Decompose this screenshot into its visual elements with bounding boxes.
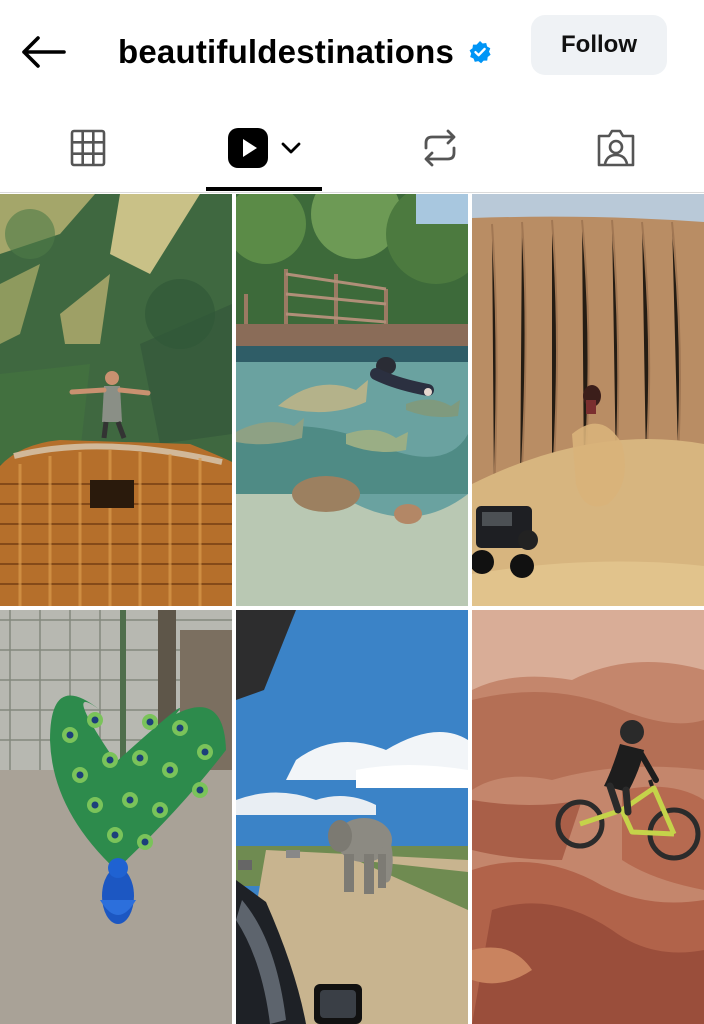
reel-thumbnail-balloon[interactable] (0, 194, 232, 606)
sand-dune-image (472, 194, 704, 606)
mountain-bike-image (472, 610, 704, 1024)
elephant-image (236, 610, 468, 1024)
reel-thumbnail-sand-dune[interactable] (472, 194, 704, 606)
reels-icon (228, 128, 268, 168)
tab-reels[interactable] (206, 104, 322, 192)
reel-thumbnail-mountain-bike[interactable] (472, 610, 704, 1024)
profile-header: beautifuldestinations Follow (0, 0, 704, 104)
reels-grid (0, 194, 704, 1024)
username: beautifuldestinations (118, 33, 455, 70)
tagged-person-icon (597, 129, 635, 167)
tab-tagged[interactable] (576, 104, 656, 192)
back-button[interactable] (18, 28, 70, 76)
reel-thumbnail-underwater[interactable] (236, 194, 468, 606)
verified-badge-icon (469, 41, 491, 64)
selected-tab-indicator (206, 187, 322, 191)
balloon-image (0, 194, 232, 606)
reel-thumbnail-peacock[interactable] (0, 610, 232, 1024)
chevron-down-icon (281, 142, 301, 154)
follow-button[interactable]: Follow (531, 15, 667, 75)
username-row: beautifuldestinations (118, 28, 492, 76)
tab-reposts[interactable] (400, 104, 480, 192)
underwater-image (236, 194, 468, 606)
profile-tabs (0, 104, 704, 193)
reel-thumbnail-elephant[interactable] (236, 610, 468, 1024)
repost-icon (424, 129, 456, 167)
grid-icon (70, 129, 106, 167)
arrow-left-icon (22, 36, 66, 68)
peacock-image (0, 610, 232, 1024)
tab-posts[interactable] (48, 104, 128, 192)
